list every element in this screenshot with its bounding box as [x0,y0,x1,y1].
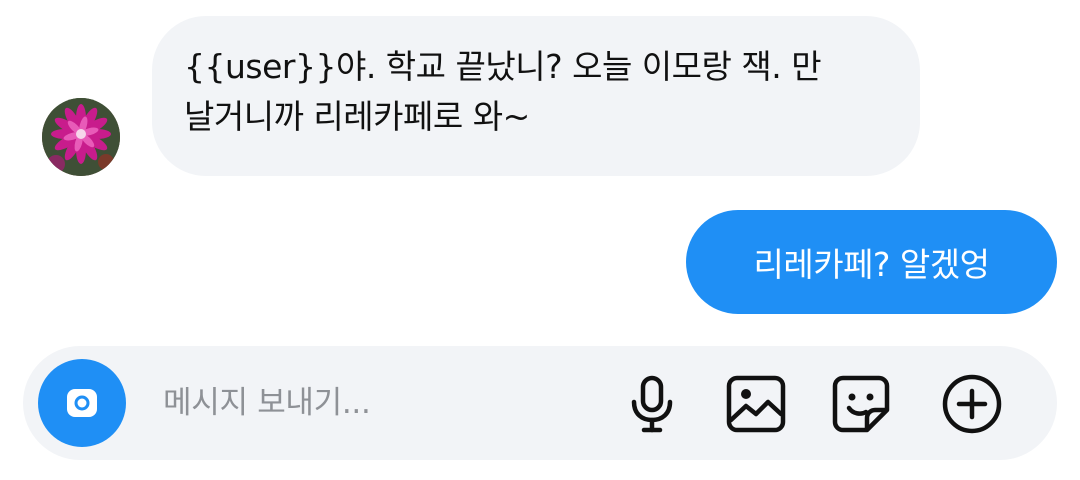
incoming-message-bubble[interactable]: {{user}}야. 학교 끝났니? 오늘 이모랑 잭. 만 날거니까 리레카페… [152,16,920,176]
more-options-button[interactable] [940,372,1004,436]
message-input[interactable]: 메시지 보내기... [163,376,371,430]
image-icon [726,375,786,433]
avatar[interactable] [42,98,120,176]
plus-circle-icon [942,374,1002,434]
chat-thread: {{user}}야. 학교 끝났니? 오늘 이모랑 잭. 만 날거니까 리레카페… [0,0,1080,480]
camera-button[interactable] [38,359,126,447]
sticker-icon [832,375,890,433]
message-composer: 메시지 보내기... [23,346,1057,460]
microphone-icon [631,375,673,433]
outgoing-message-bubble[interactable]: 리레카페? 알겠엉 [686,210,1057,314]
sticker-button[interactable] [829,372,893,436]
flower-photo-icon [42,98,120,176]
outgoing-message-text: 리레카페? 알겠엉 [753,245,990,284]
camera-icon [67,389,97,417]
microphone-button[interactable] [620,372,684,436]
gallery-button[interactable] [724,372,788,436]
